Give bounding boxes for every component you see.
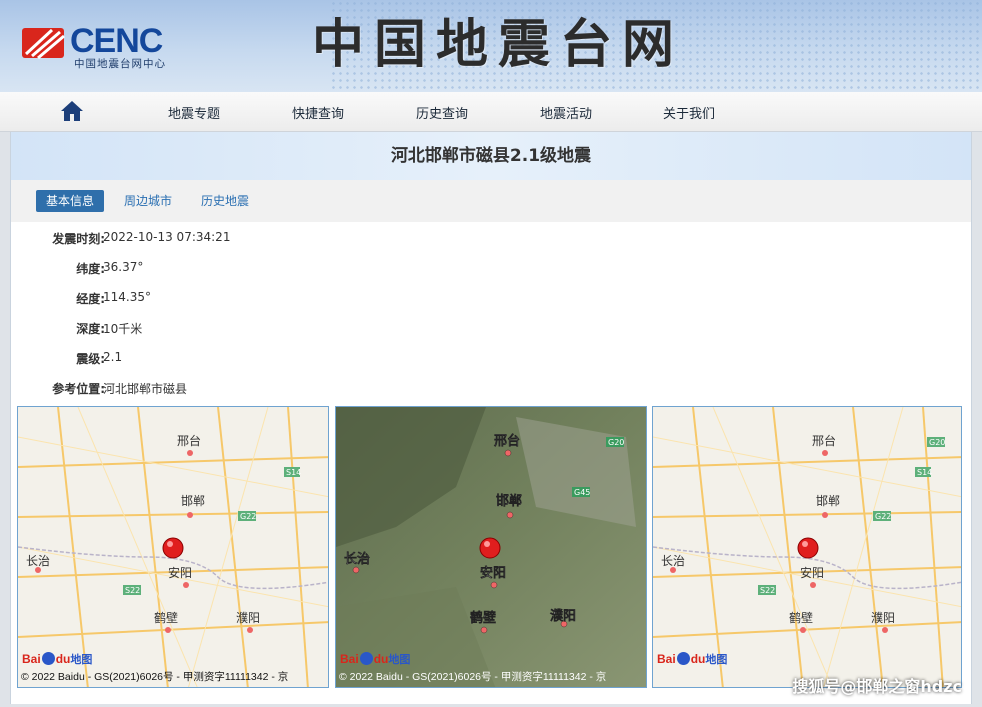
info-row-magnitude: 震级: 2.1	[11, 350, 411, 370]
logo-subtitle: 中国地震台网中心	[74, 58, 166, 70]
cenc-logo-mark-icon	[22, 28, 65, 60]
epicenter-marker	[797, 537, 819, 559]
map-city-label: 濮阳	[236, 610, 260, 625]
info-label: 纬度:	[76, 262, 105, 276]
highway-shield: G22	[875, 512, 891, 521]
road-map-right[interactable]: 邢台 邯郸 长治 安阳 鹤壁 濮阳 G20 S14 G22 S22 Bai du地…	[652, 406, 962, 688]
baidu-paw-icon	[359, 652, 373, 665]
site-banner: CENC 中国地震台网中心 中国地震台网	[0, 0, 982, 92]
highway-shield: S14	[917, 468, 932, 477]
nav-item-about[interactable]: 关于我们	[663, 103, 715, 122]
highway-shield: G45	[574, 488, 590, 497]
site-title: 中国地震台网	[312, 14, 685, 75]
map-city-label: 安阳	[800, 565, 824, 580]
info-label: 震级:	[76, 352, 105, 366]
map-city-label: 长治	[26, 554, 50, 568]
baidu-logo: Bai du地图	[657, 652, 728, 666]
road-map-left[interactable]: 邢台 邯郸 长治 安阳 鹤壁 濮阳 S14 G22 S22 Bai du地图 © …	[17, 406, 329, 688]
map-city-label: 鹤壁	[470, 610, 496, 626]
road-map-canvas: 邢台 邯郸 长治 安阳 鹤壁 濮阳 G20 S14 G22 S22	[653, 407, 961, 687]
map-city-label: 鹤壁	[789, 610, 813, 625]
tab-history-quakes[interactable]: 历史地震	[201, 190, 249, 212]
info-label: 经度:	[76, 292, 105, 306]
info-value: 36.37°	[103, 260, 144, 274]
map-city-label: 长治	[344, 551, 370, 567]
map-city-label: 邢台	[177, 433, 201, 448]
info-row-time: 发震时刻: 2022-10-13 07:34:21	[11, 230, 411, 250]
nav-item-topics[interactable]: 地震专题	[168, 103, 220, 122]
info-row-location: 参考位置: 河北邯郸市磁县	[11, 380, 411, 400]
satellite-map-canvas: 邢台 邯郸 长治 安阳 鹤壁 濮阳 G20 G45	[336, 407, 646, 687]
home-icon[interactable]	[60, 99, 84, 123]
map-city-label: 濮阳	[550, 608, 576, 624]
nav-item-history-query[interactable]: 历史查询	[416, 103, 468, 122]
map-city-label: 安阳	[168, 565, 192, 580]
info-value: 114.35°	[103, 290, 151, 304]
highway-shield: G22	[240, 512, 256, 521]
map-city-label: 长治	[661, 554, 685, 568]
map-city-label: 鹤壁	[154, 610, 178, 625]
map-city-label: 邢台	[494, 433, 520, 449]
map-city-label: 邯郸	[816, 493, 840, 508]
info-label: 深度:	[76, 322, 105, 336]
info-value: 河北邯郸市磁县	[103, 382, 188, 396]
map-copyright: © 2022 Baidu - GS(2021)6026号 - 甲测资字11111…	[21, 671, 289, 683]
map-city-label: 邯郸	[181, 493, 205, 508]
highway-shield: G20	[608, 438, 624, 447]
map-city-label: 邯郸	[496, 493, 522, 509]
satellite-map[interactable]: 邢台 邯郸 长治 安阳 鹤壁 濮阳 G20 G45 Bai du地图 © 2022…	[335, 406, 647, 688]
info-row-latitude: 纬度: 36.37°	[11, 260, 411, 280]
main-nav: 地震专题 快捷查询 历史查询 地震活动 关于我们	[0, 92, 982, 132]
baidu-logo: Bai du地图	[340, 652, 411, 666]
nav-item-quick-query[interactable]: 快捷查询	[292, 103, 344, 122]
info-tabs: 基本信息 周边城市 历史地震	[11, 180, 971, 222]
nav-item-activity[interactable]: 地震活动	[540, 103, 592, 122]
info-label: 发震时刻:	[52, 232, 105, 246]
highway-shield: S22	[125, 586, 140, 595]
highway-shield: S14	[286, 468, 301, 477]
tab-nearby-cities[interactable]: 周边城市	[124, 190, 172, 212]
info-row-depth: 深度: 10千米	[11, 320, 411, 340]
info-value: 2.1	[103, 350, 123, 364]
map-copyright: © 2022 Baidu - GS(2021)6026号 - 甲测资字11111…	[339, 671, 607, 683]
map-city-label: 濮阳	[871, 610, 895, 625]
baidu-paw-icon	[41, 652, 55, 665]
info-value: 10千米	[103, 322, 143, 336]
sohu-watermark: 搜狐号@邯郸之窗hdzc	[792, 677, 962, 696]
info-value: 2022-10-13 07:34:21	[103, 230, 231, 244]
baidu-logo: Bai du地图	[22, 652, 93, 666]
content-card: 河北邯郸市磁县2.1级地震 基本信息 周边城市 历史地震 发震时刻: 2022-…	[10, 132, 972, 704]
epicenter-marker	[479, 537, 501, 559]
highway-shield: G20	[929, 438, 945, 447]
map-city-label: 邢台	[812, 433, 836, 448]
highway-shield: S22	[760, 586, 775, 595]
epicenter-marker	[162, 537, 184, 559]
baidu-paw-icon	[676, 652, 690, 665]
info-label: 参考位置:	[52, 382, 105, 396]
earthquake-title: 河北邯郸市磁县2.1级地震	[11, 132, 971, 180]
logo-text: CENC	[70, 22, 163, 60]
info-row-longitude: 经度: 114.35°	[11, 290, 411, 310]
tab-basic-info[interactable]: 基本信息	[36, 190, 105, 212]
map-city-label: 安阳	[480, 565, 506, 581]
road-map-canvas: 邢台 邯郸 长治 安阳 鹤壁 濮阳 S14 G22 S22	[18, 407, 328, 687]
cenc-logo[interactable]: CENC 中国地震台网中心	[22, 22, 192, 72]
